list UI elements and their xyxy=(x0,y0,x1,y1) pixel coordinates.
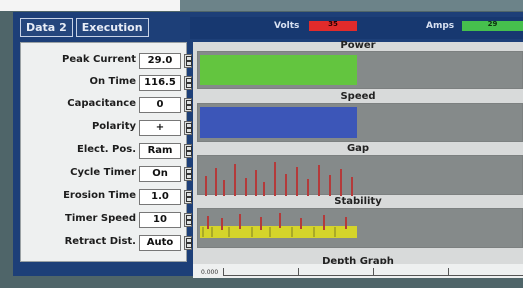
stability-signal xyxy=(200,213,357,238)
volts-label: Volts xyxy=(274,21,300,31)
power-fill xyxy=(200,55,357,85)
ruler-tick xyxy=(448,268,449,276)
amps-label: Amps xyxy=(426,21,455,31)
power-graph-title: Power xyxy=(340,40,376,51)
param-value-field[interactable]: Ram xyxy=(139,143,181,159)
param-value-field[interactable]: 0 xyxy=(139,97,181,113)
param-stepper[interactable] xyxy=(184,236,192,250)
param-row-retract-dist: Retract Dist. Auto xyxy=(21,234,192,252)
param-stepper[interactable] xyxy=(184,190,192,204)
param-row-cycle-timer: Cycle Timer On xyxy=(21,165,192,183)
param-value-field[interactable]: On xyxy=(139,166,181,182)
param-stepper[interactable] xyxy=(184,121,192,135)
top-border-highlight xyxy=(0,0,180,11)
graph-panel: Power Speed Gap Stability Depth Graph xyxy=(193,40,523,267)
ruler-tick xyxy=(298,268,299,276)
volts-value: 35 xyxy=(328,20,338,28)
param-label: Cycle Timer xyxy=(70,167,136,178)
stability-graph xyxy=(197,208,523,248)
speed-graph xyxy=(197,103,523,142)
param-label: Retract Dist. xyxy=(64,236,136,247)
param-stepper[interactable] xyxy=(184,76,192,90)
param-row-capacitance: Capacitance 0 xyxy=(21,96,192,114)
param-row-on-time: On Time 116.5 xyxy=(21,74,192,92)
param-value-field[interactable]: 1.0 xyxy=(139,189,181,205)
param-label: Timer Speed xyxy=(65,213,136,224)
application-background: Data 2 Execution Volts 35 Amps 29 Peak C… xyxy=(0,0,523,288)
volts-meter: 35 xyxy=(309,20,357,31)
param-value-field[interactable]: Auto xyxy=(139,235,181,251)
gap-graph xyxy=(197,155,523,196)
amps-meter: 29 xyxy=(462,20,523,31)
param-row-elect-pos: Elect. Pos. Ram xyxy=(21,142,192,160)
stability-graph-title: Stability xyxy=(334,196,382,207)
param-value-field[interactable]: 10 xyxy=(139,212,181,228)
tab-execution[interactable]: Execution xyxy=(75,18,149,37)
param-stepper[interactable] xyxy=(184,98,192,112)
param-stepper[interactable] xyxy=(184,213,192,227)
param-stepper[interactable] xyxy=(184,167,192,181)
tab-data-2[interactable]: Data 2 xyxy=(20,18,73,37)
param-label: Capacitance xyxy=(67,98,136,109)
ruler-tick xyxy=(373,268,374,276)
param-row-peak-current: Peak Current 29.0 xyxy=(21,52,192,70)
amps-value: 29 xyxy=(487,20,498,28)
param-row-polarity: Polarity + xyxy=(21,119,192,137)
speed-graph-title: Speed xyxy=(340,91,376,102)
power-graph xyxy=(197,51,523,89)
param-value-field[interactable]: + xyxy=(139,120,181,136)
meter-bar: Volts 35 Amps 29 xyxy=(190,17,523,39)
param-label: Erosion Time xyxy=(63,190,136,201)
param-value-field[interactable]: 116.5 xyxy=(139,75,181,91)
param-row-timer-speed: Timer Speed 10 xyxy=(21,211,192,229)
param-label: Peak Current xyxy=(62,54,136,65)
param-label: On Time xyxy=(89,76,136,87)
param-label: Elect. Pos. xyxy=(77,144,136,155)
param-stepper[interactable] xyxy=(184,54,192,68)
param-row-erosion-time: Erosion Time 1.0 xyxy=(21,188,192,206)
depth-scale-label: 0.000 xyxy=(201,269,219,276)
tab-strip: Data 2 Execution xyxy=(20,18,149,37)
speed-fill xyxy=(200,107,357,138)
gap-graph-title: Gap xyxy=(346,143,370,154)
depth-ruler xyxy=(223,268,523,276)
param-stepper[interactable] xyxy=(184,144,192,158)
param-label: Polarity xyxy=(91,121,136,132)
parameter-panel: Peak Current 29.0 On Time 116.5 Capacita… xyxy=(20,42,192,262)
gap-signal xyxy=(205,162,353,196)
param-value-field[interactable]: 29.0 xyxy=(139,53,181,69)
